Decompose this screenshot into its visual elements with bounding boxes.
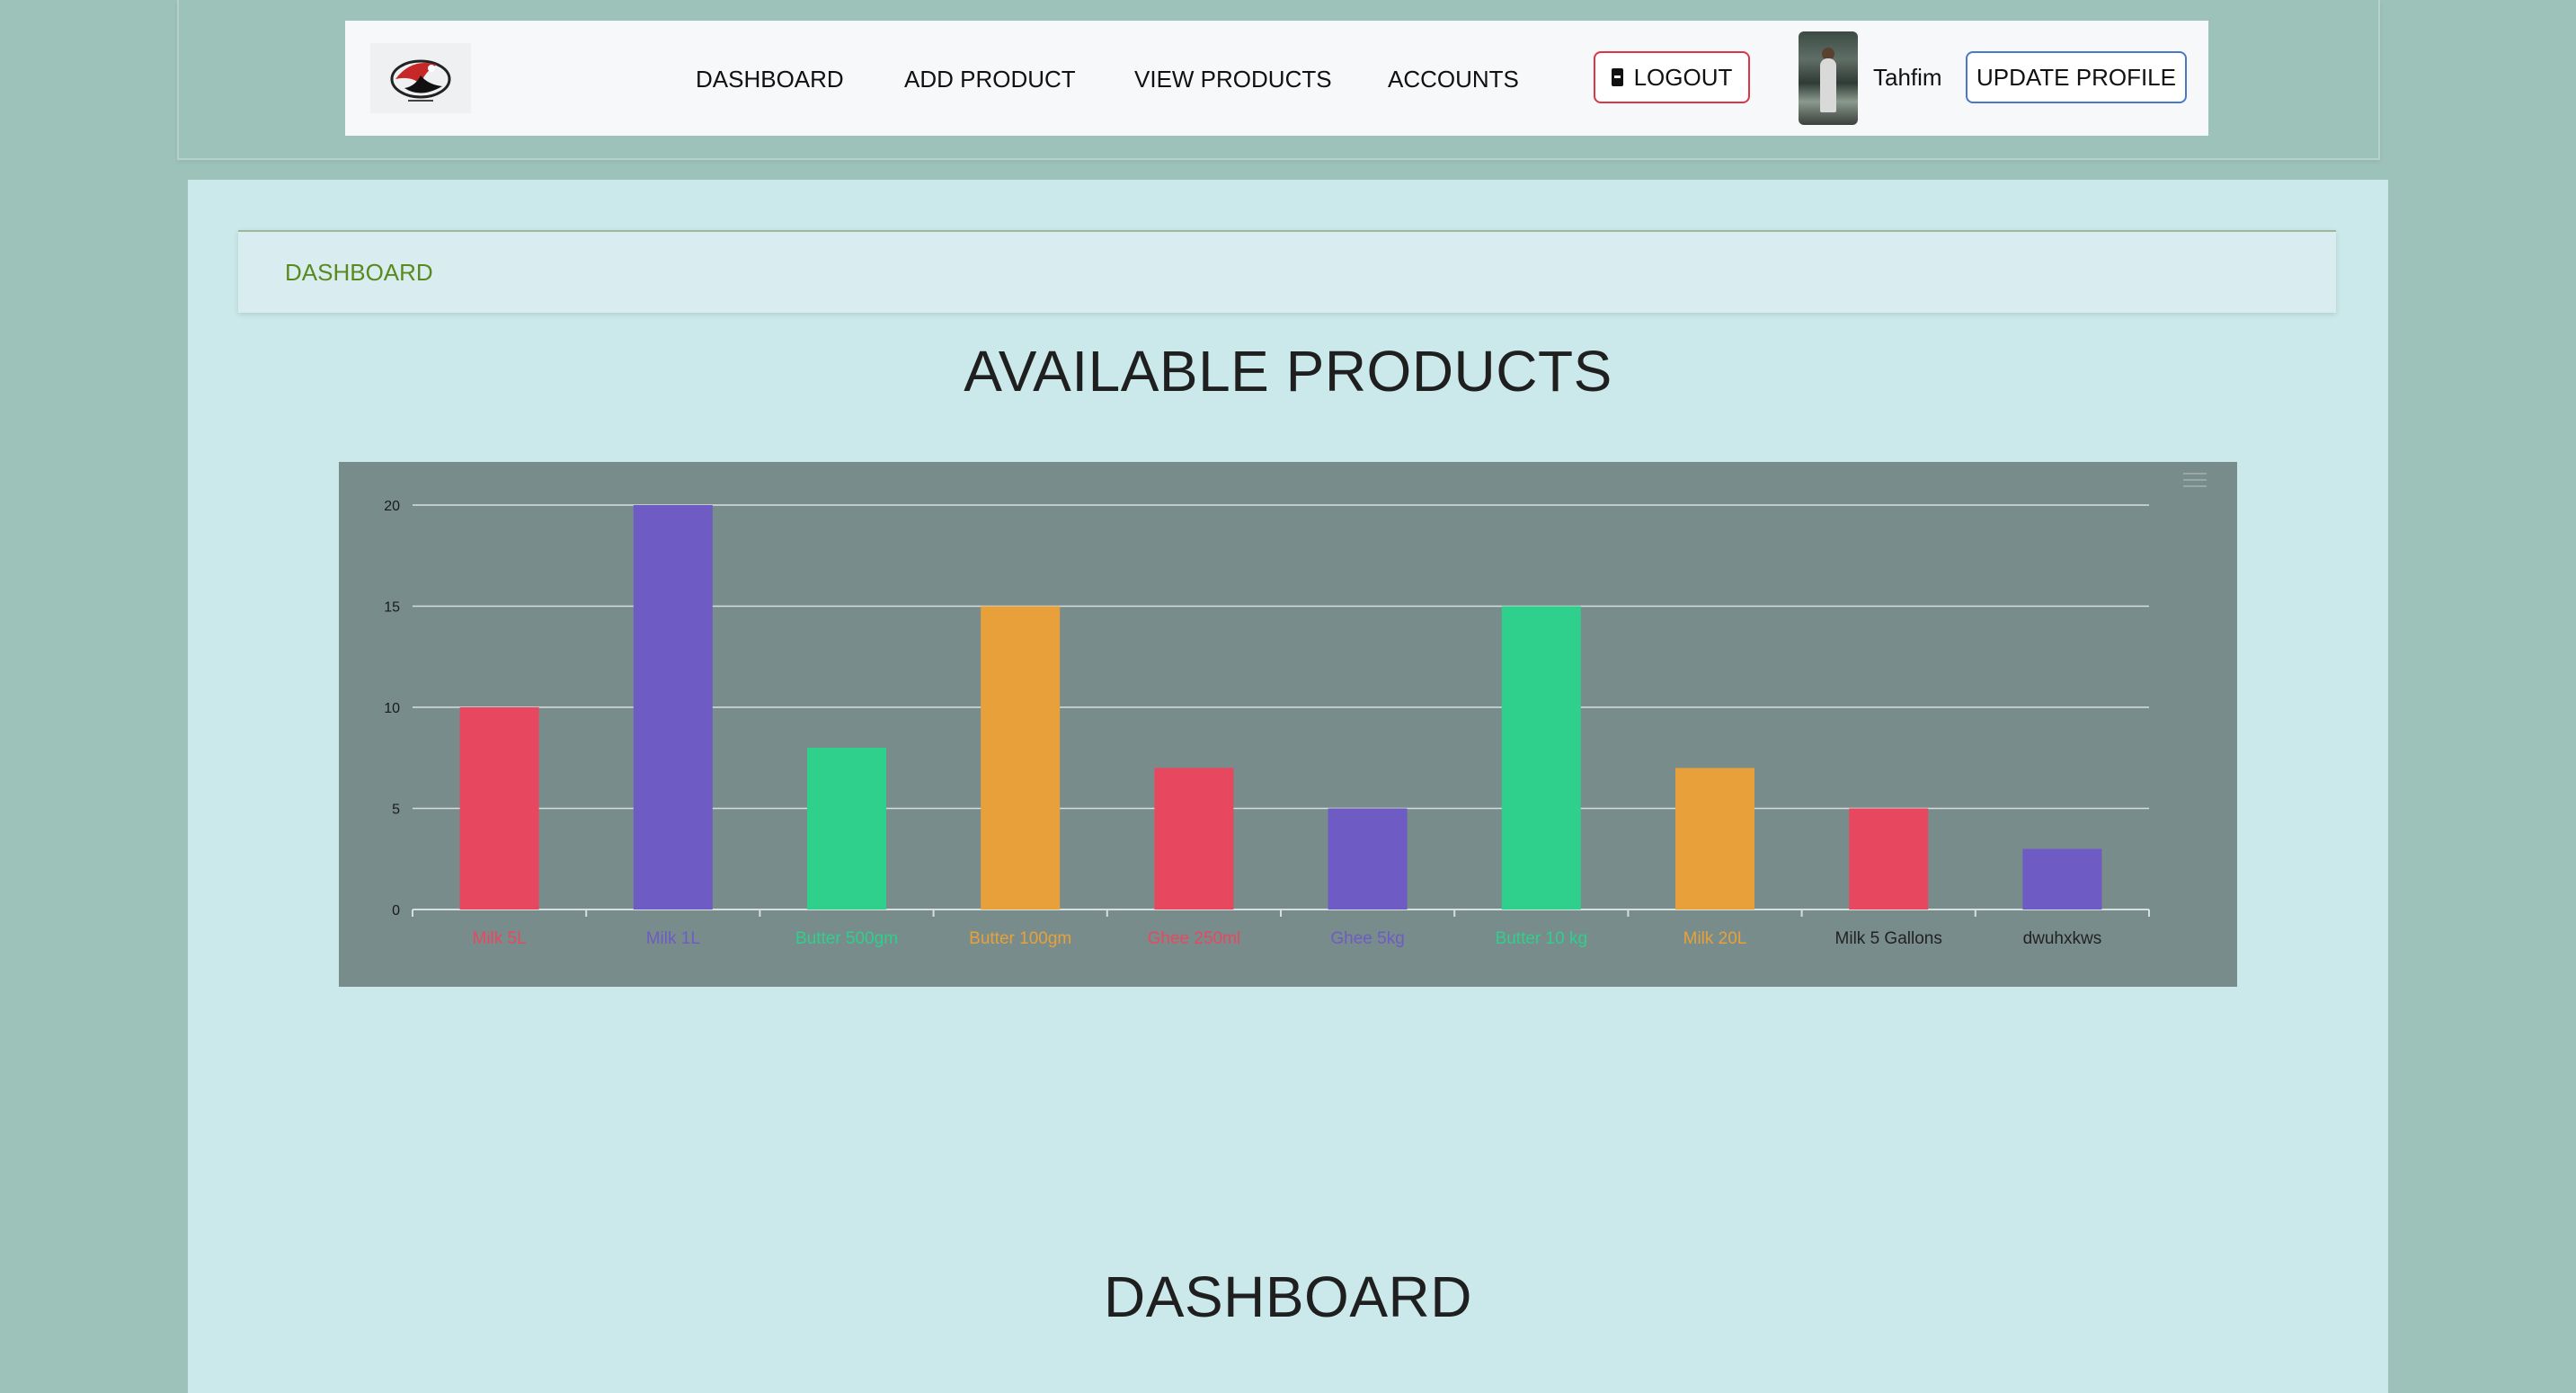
bar-milk-20l: [1675, 767, 1754, 909]
bar-butter-500gm: [807, 748, 886, 909]
navbar: DASHBOARD ADD PRODUCT VIEW PRODUCTS ACCO…: [345, 21, 2208, 136]
bar-ghee-250ml: [1154, 767, 1234, 909]
breadcrumb-label[interactable]: DASHBOARD: [285, 259, 433, 287]
products-chart: 0 5 10 15 20 Milk 5L Milk 1L Butter 500gm Butter…: [339, 462, 2237, 987]
breadcrumb: DASHBOARD: [238, 230, 2336, 313]
main-content: DASHBOARD AVAILABLE PRODUCTS 0 5 10 15 20 Mil…: [188, 180, 2388, 1393]
brand-logo[interactable]: [370, 43, 471, 113]
brand-logo-icon: [390, 59, 451, 102]
products-chart-svg: 0 5 10 15 20 Milk 5L Milk 1L Butter 500gm Butter…: [384, 499, 2150, 948]
x-tick-label: dwuhxkws: [2023, 929, 2102, 948]
y-tick-label: 15: [384, 600, 400, 616]
y-tick-label: 20: [384, 499, 400, 514]
y-tick-label: 5: [392, 803, 400, 818]
logout-icon: [1611, 68, 1623, 86]
update-profile-button[interactable]: UPDATE PROFILE: [1966, 51, 2187, 103]
x-tick-label: Ghee 250ml: [1148, 929, 1241, 948]
nav-link-dashboard[interactable]: DASHBOARD: [696, 66, 844, 93]
x-tick-label: Milk 1L: [646, 929, 700, 948]
x-tick-label: Ghee 5kg: [1330, 929, 1404, 948]
avatar[interactable]: [1799, 31, 1858, 125]
bar-milk-5-gallons: [1849, 808, 1929, 909]
bar-butter-10-kg: [1501, 606, 1581, 909]
x-tick-label: Butter 500gm: [795, 929, 898, 948]
logout-label: LOGOUT: [1633, 63, 1733, 91]
x-tick-label: Butter 10 kg: [1496, 929, 1587, 948]
nav-link-accounts[interactable]: ACCOUNTS: [1388, 66, 1519, 93]
x-tick-label: Butter 100gm: [969, 929, 1071, 948]
bar-milk-1l: [633, 505, 713, 909]
y-tick-label: 0: [392, 903, 400, 918]
bar-dwuhxkws: [2022, 848, 2102, 909]
y-tick-label: 10: [384, 701, 400, 716]
avatar-figure: [1820, 58, 1836, 112]
nav-link-view-products[interactable]: VIEW PRODUCTS: [1134, 66, 1332, 93]
x-tick-label: Milk 20L: [1683, 929, 1747, 948]
products-title: AVAILABLE PRODUCTS: [964, 339, 1612, 404]
x-tick-label: Milk 5 Gallons: [1835, 929, 1942, 948]
bar-butter-100gm: [981, 606, 1061, 909]
username: Tahfim: [1873, 64, 1942, 91]
bar-ghee-5kg: [1328, 808, 1408, 909]
logout-button[interactable]: LOGOUT: [1594, 51, 1750, 103]
x-tick-label: Milk 5L: [473, 929, 527, 948]
bar-milk-5l: [459, 707, 539, 909]
dashboard-title: DASHBOARD: [1104, 1264, 1472, 1329]
nav-link-add-product[interactable]: ADD PRODUCT: [904, 66, 1076, 93]
